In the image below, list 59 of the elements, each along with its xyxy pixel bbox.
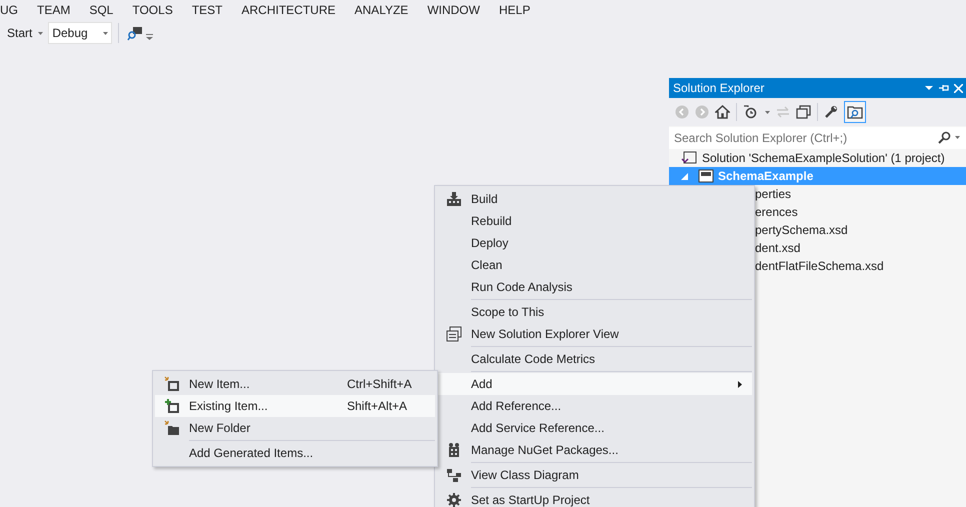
new-folder-icon <box>164 420 180 436</box>
menu-bar-item[interactable]: TOOLS <box>132 1 173 19</box>
home-icon[interactable] <box>715 105 730 119</box>
menu-bar-item[interactable]: SQL <box>89 1 114 19</box>
menu-item[interactable]: Calculate Code Metrics <box>437 348 752 370</box>
menu-item[interactable]: Add Generated Items... <box>155 442 435 464</box>
package-icon <box>446 442 462 458</box>
configuration-dropdown[interactable]: Debug <box>48 22 112 44</box>
new-item-icon <box>164 398 180 414</box>
folder-search-icon <box>847 105 863 119</box>
history-icon[interactable] <box>743 105 759 119</box>
new-item-icon <box>164 376 180 392</box>
menu-item[interactable]: New Folder <box>155 417 435 439</box>
windows-icon <box>446 326 462 342</box>
menu-item[interactable]: Set as StartUp Project <box>437 489 752 507</box>
menu-item[interactable]: View Class Diagram <box>437 464 752 486</box>
menu-item[interactable]: Deploy <box>437 232 752 254</box>
submenu-arrow-icon <box>738 380 742 388</box>
caret-icon[interactable] <box>765 110 770 114</box>
windows-icon[interactable] <box>796 105 811 119</box>
build-icon <box>446 191 462 207</box>
class-diagram-icon <box>446 467 462 483</box>
start-button[interactable]: Start <box>0 22 48 44</box>
menu-item[interactable]: New Solution Explorer View <box>437 323 752 345</box>
caret-icon <box>38 32 44 34</box>
pin-icon[interactable] <box>939 84 949 92</box>
dropdown-icon[interactable] <box>925 86 933 90</box>
menu-bar-item[interactable]: ARCHITECTURE <box>242 1 336 19</box>
menu-item[interactable]: Existing Item... Shift+Alt+A <box>155 395 435 417</box>
menu-item[interactable]: Build <box>437 188 752 210</box>
preview-toggle-button[interactable] <box>844 101 866 123</box>
wrench-icon[interactable] <box>824 105 838 119</box>
menu-item[interactable]: Run Code Analysis <box>437 276 752 298</box>
tree-item[interactable]: Solution 'SchemaExampleSolution' (1 project) <box>669 149 966 167</box>
menu-item[interactable]: Add Reference... <box>437 395 752 417</box>
menu-bar-item[interactable]: HELP <box>498 1 530 19</box>
expander-icon[interactable] <box>681 172 688 180</box>
panel-title: Solution Explorer <box>673 80 764 97</box>
menu-bar-item[interactable]: ANALYZE <box>354 1 408 19</box>
menu-bar-item[interactable]: WINDOW <box>427 1 480 19</box>
menu-item[interactable]: Scope to This <box>437 301 752 323</box>
solution-icon <box>681 150 697 166</box>
search-icon <box>938 131 951 144</box>
menu-item[interactable]: Add Service Reference... <box>437 417 752 439</box>
menu-item[interactable]: Rebuild <box>437 210 752 232</box>
caret-icon[interactable] <box>955 136 960 139</box>
project-icon <box>698 168 714 184</box>
find-icon[interactable] <box>127 25 144 41</box>
menu-item[interactable]: New Item... Ctrl+Shift+A <box>155 373 435 395</box>
close-icon[interactable] <box>954 84 963 92</box>
menu-item[interactable]: Add <box>437 373 752 395</box>
menu-item[interactable]: Clean <box>437 254 752 276</box>
overflow-icon[interactable] <box>146 34 154 40</box>
menu-bar-item[interactable]: TEST <box>192 1 222 19</box>
search-field[interactable]: Search Solution Explorer (Ctrl+;) <box>669 127 966 149</box>
menu-bar-item[interactable]: UG <box>0 1 18 19</box>
menu-bar-item[interactable]: TEAM <box>37 1 70 19</box>
menu-item[interactable]: Manage NuGet Packages... <box>437 439 752 461</box>
caret-icon <box>103 32 108 34</box>
